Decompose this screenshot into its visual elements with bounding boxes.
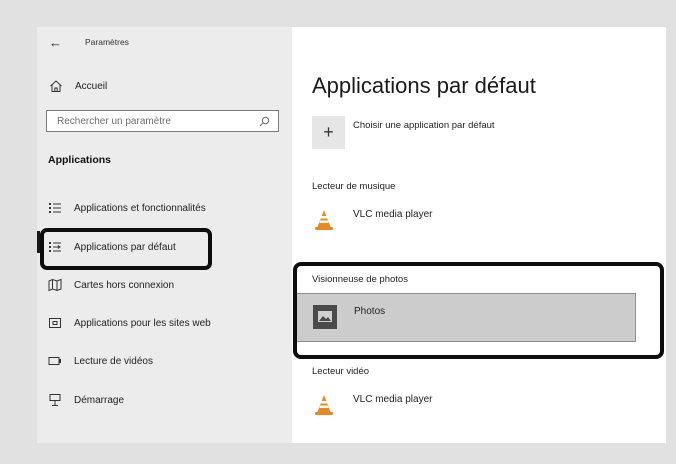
music-player-app-button[interactable]: VLC media player [312,208,432,232]
video-player-label: Lecteur vidéo [312,366,370,377]
map-icon [48,278,62,292]
search-icon[interactable] [259,116,270,127]
sidebar-item-website-apps[interactable]: Applications pour les sites web [48,313,211,333]
search-box[interactable] [46,110,279,132]
page-title: Applications par défaut [312,73,536,98]
list-icon [49,203,61,213]
sidebar-item-label: Démarrage [74,394,125,406]
home-icon [50,80,62,92]
sidebar-item-label: Applications pour les sites web [74,317,211,329]
video-player-app-button[interactable]: VLC media player [312,393,432,417]
back-arrow-icon[interactable]: ← [49,35,69,50]
section-heading: Applications [48,154,112,166]
sidebar-item-apps-features[interactable]: Applications et fonctionnalités [48,198,206,218]
choose-default-app-button[interactable]: + Choisir une application par défaut [312,116,495,149]
search-input[interactable] [55,114,259,128]
home-link[interactable]: Accueil [49,79,107,93]
sidebar-item-label: Lecture de vidéos [74,355,153,367]
music-player-app-name: VLC media player [353,209,433,220]
video-icon [48,357,61,365]
main-content: Applications par défaut + Choisir une ap… [292,27,666,443]
settings-window: ← Paramètres Accueil Applications Applic… [37,27,666,443]
choose-default-app-label: Choisir une application par défaut [353,120,495,131]
website-apps-icon [49,318,61,328]
sidebar-item-label: Applications et fonctionnalités [74,202,206,214]
sidebar-item-startup[interactable]: Démarrage [48,390,124,410]
annotation-highlight-default-apps [40,228,212,270]
home-label: Accueil [75,80,108,92]
annotation-highlight-photo-viewer [293,262,664,359]
startup-icon [49,394,61,406]
music-player-label: Lecteur de musique [312,181,396,192]
vlc-cone-icon [312,208,336,232]
video-player-app-name: VLC media player [353,394,433,405]
plus-icon: + [312,116,345,149]
vlc-cone-icon [312,393,336,417]
sidebar-item-offline-maps[interactable]: Cartes hors connexion [48,275,174,295]
sidebar-item-video-playback[interactable]: Lecture de vidéos [48,351,153,371]
title-bar: ← Paramètres [49,34,129,50]
window-title: Paramètres [85,37,129,47]
sidebar-item-label: Cartes hors connexion [74,279,175,291]
